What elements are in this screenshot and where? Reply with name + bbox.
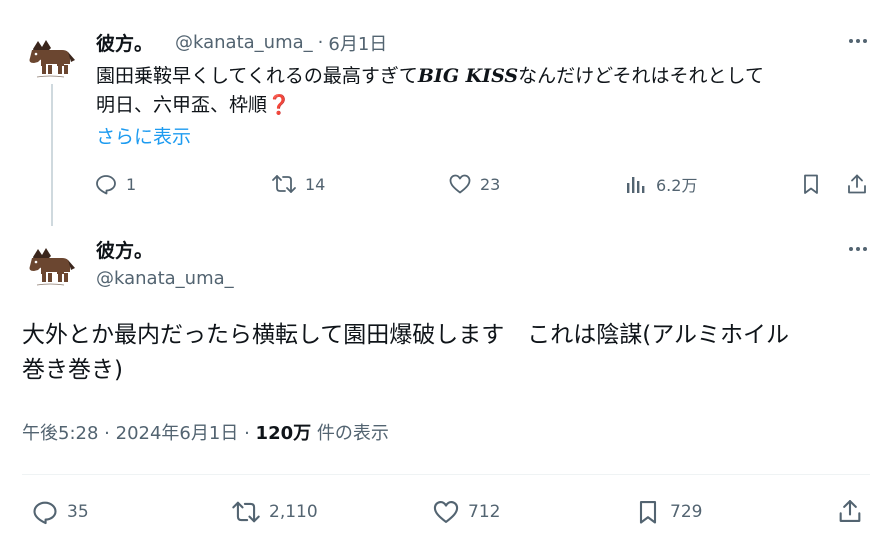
tweet-text-line: 大外とか最内だったら横転して園田爆破します これは陰謀(アルミホイル [22, 322, 790, 348]
more-icon [849, 39, 867, 43]
share-icon [839, 500, 861, 522]
author-handle[interactable]: @kanata_uma_ [175, 32, 313, 53]
tweet-text-line2: 明日、六甲盃、枠順 [96, 94, 268, 116]
more-button[interactable] [844, 239, 872, 259]
retweet-button[interactable]: 2,110 [231, 498, 318, 526]
tweet-date[interactable]: 2024年6月1日 [116, 423, 239, 444]
views-button[interactable]: 6.2万 [624, 172, 697, 196]
show-more-link[interactable]: さらに表示 [96, 122, 191, 149]
reply-icon [33, 501, 57, 525]
tweet-date[interactable]: 6月1日 [328, 30, 387, 56]
author-handle[interactable]: @kanata_uma_ [96, 268, 234, 289]
thread-connector [51, 84, 53, 226]
avatar[interactable] [24, 28, 78, 82]
more-icon [849, 247, 867, 251]
tweet-text-part: なんだけどそれはそれとして [518, 65, 764, 87]
tweet-text-emphasis: BIG KISS [417, 65, 519, 87]
retweet-button[interactable]: 14 [271, 172, 325, 196]
retweet-icon [232, 501, 260, 523]
like-icon [433, 501, 459, 523]
tweet-text: 大外とか最内だったら横転して園田爆破します これは陰謀(アルミホイル 巻き巻き) [22, 318, 882, 388]
reply-button[interactable]: 35 [31, 498, 89, 526]
tweet-header: 彼方。 @kanata_uma_ · 6月1日 [96, 29, 387, 56]
divider [22, 474, 870, 475]
tweet-time[interactable]: 午後5:28 [22, 423, 98, 444]
views-label: 件の表示 [316, 423, 389, 444]
like-count: 712 [468, 502, 501, 522]
share-icon [848, 174, 866, 194]
like-count: 23 [480, 174, 501, 194]
separator-dot: · [104, 423, 110, 444]
bookmark-button[interactable] [799, 172, 823, 196]
reply-button[interactable]: 1 [94, 172, 136, 196]
tweet-meta: 午後5:28 · 2024年6月1日 · 120万 件の表示 [22, 419, 389, 445]
like-button[interactable]: 712 [432, 498, 500, 526]
bookmark-icon [804, 174, 818, 194]
share-button[interactable] [845, 172, 869, 196]
like-icon [449, 174, 471, 194]
more-button[interactable] [844, 31, 872, 51]
tweet-text-part: 園田乗鞍早くしてくれるの最高すぎて [96, 65, 418, 87]
author-name[interactable]: 彼方。 [96, 236, 153, 263]
bookmark-button[interactable]: 729 [634, 498, 702, 526]
views-count: 120万 [255, 423, 312, 444]
retweet-count: 2,110 [269, 502, 318, 522]
reply-icon [96, 175, 116, 195]
bookmark-icon [639, 501, 657, 524]
question-emoji: ❓ [267, 94, 291, 116]
like-button[interactable]: 23 [448, 172, 500, 196]
author-name[interactable]: 彼方。 [96, 29, 153, 56]
retweet-count: 14 [305, 174, 326, 194]
reply-count: 1 [126, 174, 137, 194]
share-button[interactable] [836, 497, 864, 525]
horse-avatar-icon [29, 40, 75, 78]
tweet-text-line: 巻き巻き) [22, 357, 123, 383]
tweet-text: 園田乗鞍早くしてくれるの最高すぎてBIG KISSなんだけどそれはそれとして 明… [96, 62, 886, 120]
horse-avatar-icon [29, 248, 75, 286]
reply-count: 35 [67, 502, 89, 522]
views-count: 6.2万 [656, 176, 698, 195]
views-icon [627, 177, 645, 193]
separator-dot: · [244, 423, 250, 444]
retweet-icon [272, 175, 296, 193]
separator-dot: · [317, 32, 324, 53]
avatar[interactable] [24, 236, 78, 290]
bookmark-count: 729 [670, 502, 703, 522]
